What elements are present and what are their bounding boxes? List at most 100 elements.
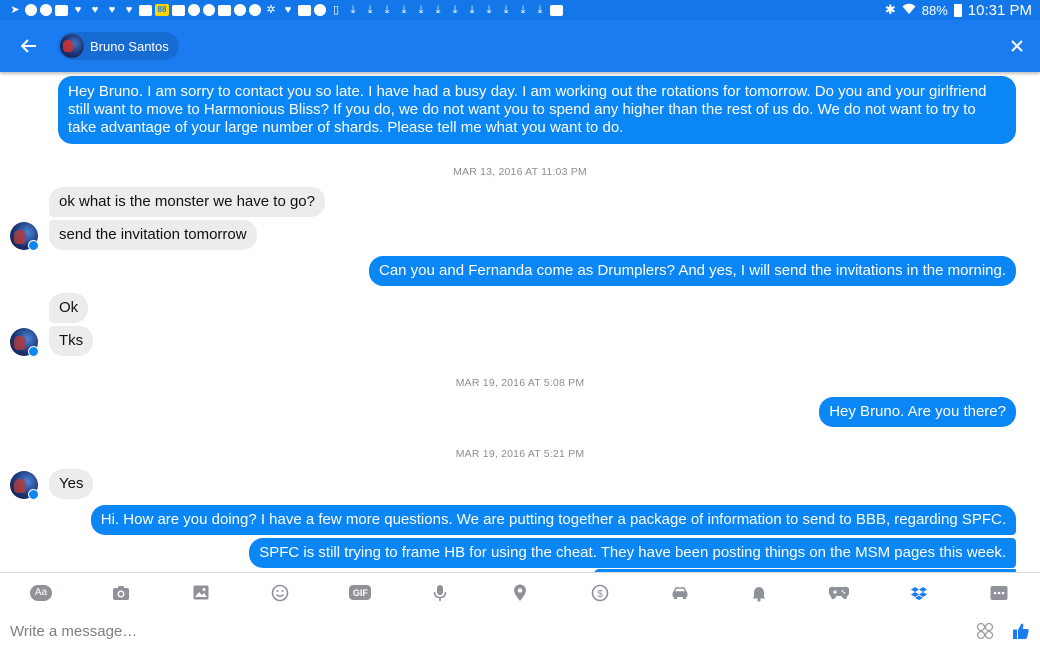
gif-button[interactable]: GIF: [348, 581, 372, 605]
sticker-button[interactable]: [976, 622, 994, 640]
back-button[interactable]: [0, 20, 58, 72]
youtube-icon: [550, 4, 563, 16]
emoji-icon: [272, 584, 289, 601]
message-bubble-incoming[interactable]: Yes: [49, 469, 94, 499]
download-icon: ⤓: [503, 4, 509, 16]
twitter-icon: ♥: [284, 4, 292, 16]
avatar: [60, 34, 84, 58]
contact-chip[interactable]: Bruno Santos: [58, 32, 179, 60]
car-icon: [672, 586, 688, 599]
twitter-icon: ♥: [108, 4, 116, 16]
avatar[interactable]: [10, 328, 39, 357]
contact-name: Bruno Santos: [90, 38, 169, 54]
messenger-icon: [25, 4, 37, 16]
gif-icon: GIF: [349, 585, 372, 600]
timestamp: MAR 19, 2016 AT 5:08 PM: [455, 377, 585, 389]
message-bubble-outgoing[interactable]: SPFC is still trying to frame HB for usi…: [249, 538, 1016, 568]
camera-icon: [112, 585, 129, 600]
more-button[interactable]: [987, 581, 1011, 605]
messenger-badge-icon: [28, 346, 39, 357]
image-icon: [193, 585, 209, 600]
composer-actions: [976, 622, 1030, 640]
reminder-button[interactable]: [747, 581, 771, 605]
download-icon: ⤓: [537, 4, 543, 16]
clock: 10:31 PM: [967, 1, 1032, 19]
chrome-icon: [188, 4, 200, 16]
chat-icon: [314, 4, 326, 16]
download-icon: ⤓: [384, 4, 390, 16]
messenger-badge-icon: [28, 240, 39, 251]
close-icon: [1011, 40, 1023, 52]
svg-text:$: $: [597, 589, 603, 600]
download-icon: ⤓: [486, 4, 492, 16]
games-button[interactable]: [827, 581, 851, 605]
twitter-icon: ♥: [125, 4, 133, 16]
news-icon: [218, 4, 231, 16]
like-button[interactable]: [1012, 622, 1030, 640]
text-style-icon: Aa: [30, 584, 52, 601]
arrow-left-icon: [21, 39, 36, 53]
badge-88-icon: 88: [155, 4, 169, 16]
download-icon: ⤓: [350, 4, 356, 16]
conversation[interactable]: Hey Bruno. I am sorry to contact you so …: [0, 72, 1040, 572]
message-bubble-outgoing[interactable]: Hi. How are you doing? I have a few more…: [90, 505, 1016, 535]
twitter-icon: ♥: [91, 4, 99, 16]
message-input[interactable]: [10, 622, 976, 640]
timestamp: MAR 13, 2016 AT 11:03 PM: [453, 166, 587, 178]
messenger-icon: [234, 4, 246, 16]
more-icon: [990, 585, 1008, 600]
download-icon: ⤓: [469, 4, 475, 16]
chat-header: Bruno Santos: [0, 20, 1040, 72]
image-button[interactable]: [189, 581, 213, 605]
calendar-icon: [298, 4, 311, 16]
battery-percent: 88%: [921, 2, 948, 18]
message-bubble-incoming[interactable]: Ok: [49, 293, 89, 323]
avatar[interactable]: [10, 222, 39, 251]
thumbs-up-icon: [1013, 623, 1029, 639]
gamepad-icon: [829, 586, 850, 599]
wifi-icon: [902, 2, 916, 18]
download-icon: ⤓: [452, 4, 458, 16]
messenger-badge-icon: [28, 489, 39, 500]
timestamp: MAR 19, 2016 AT 5:21 PM: [455, 448, 585, 460]
payment-icon: $: [591, 584, 609, 601]
email-icon: [55, 4, 68, 16]
pinwheel-icon: ✲: [266, 4, 276, 16]
download-icon: ⤓: [418, 4, 424, 16]
notification-icons: ➤ ♥ ♥ ♥ ♥ 88 ✲ ♥ ▯ ⤓ ⤓ ⤓ ⤓ ⤓ ⤓ ⤓ ⤓ ⤓ ⤓ ⤓…: [8, 4, 885, 16]
messenger-icon: [249, 4, 261, 16]
transportation-button[interactable]: [668, 581, 692, 605]
close-button[interactable]: [994, 20, 1040, 72]
bell-icon: [752, 586, 766, 602]
gps-icon: [40, 4, 52, 16]
message-bubble-incoming[interactable]: ok what is the monster we have to go?: [49, 187, 325, 217]
composer: [0, 612, 1040, 650]
download-icon: ⤓: [520, 4, 526, 16]
dropbox-button[interactable]: [907, 581, 931, 605]
twitter-icon: ♥: [74, 4, 82, 16]
microphone-button[interactable]: [428, 581, 452, 605]
location-button[interactable]: [508, 581, 532, 605]
microphone-icon: [433, 584, 447, 601]
message-bubble-outgoing[interactable]: Hey Bruno. I am sorry to contact you so …: [58, 76, 1016, 144]
system-tray: ✱ 88% 10:31 PM: [885, 2, 1032, 19]
message-bubble-outgoing[interactable]: Can you and Fernanda come as Drumplers? …: [369, 256, 1016, 286]
sticker-icon: [976, 622, 994, 640]
avatar[interactable]: [10, 471, 39, 500]
download-icon: ⤓: [435, 4, 441, 16]
message-bubble-incoming[interactable]: Tks: [49, 326, 94, 356]
dropbox-icon: [911, 586, 928, 600]
bluetooth-icon: ✱: [884, 2, 896, 17]
message-bubble-incoming[interactable]: send the invitation tomorrow: [49, 220, 257, 250]
composer-toolbar: Aa GIF $: [0, 572, 1040, 612]
download-icon: ⤓: [401, 4, 407, 16]
payment-button[interactable]: $: [588, 581, 612, 605]
camera-button[interactable]: [109, 581, 133, 605]
gallery-icon: [172, 4, 185, 16]
navigation-icon: ➤: [10, 4, 20, 16]
text-style-button[interactable]: Aa: [29, 581, 53, 605]
battery-icon: [953, 3, 962, 17]
chrome-icon: [203, 4, 215, 16]
emoji-button[interactable]: [268, 581, 292, 605]
message-bubble-outgoing[interactable]: Hey Bruno. Are you there?: [819, 397, 1016, 427]
